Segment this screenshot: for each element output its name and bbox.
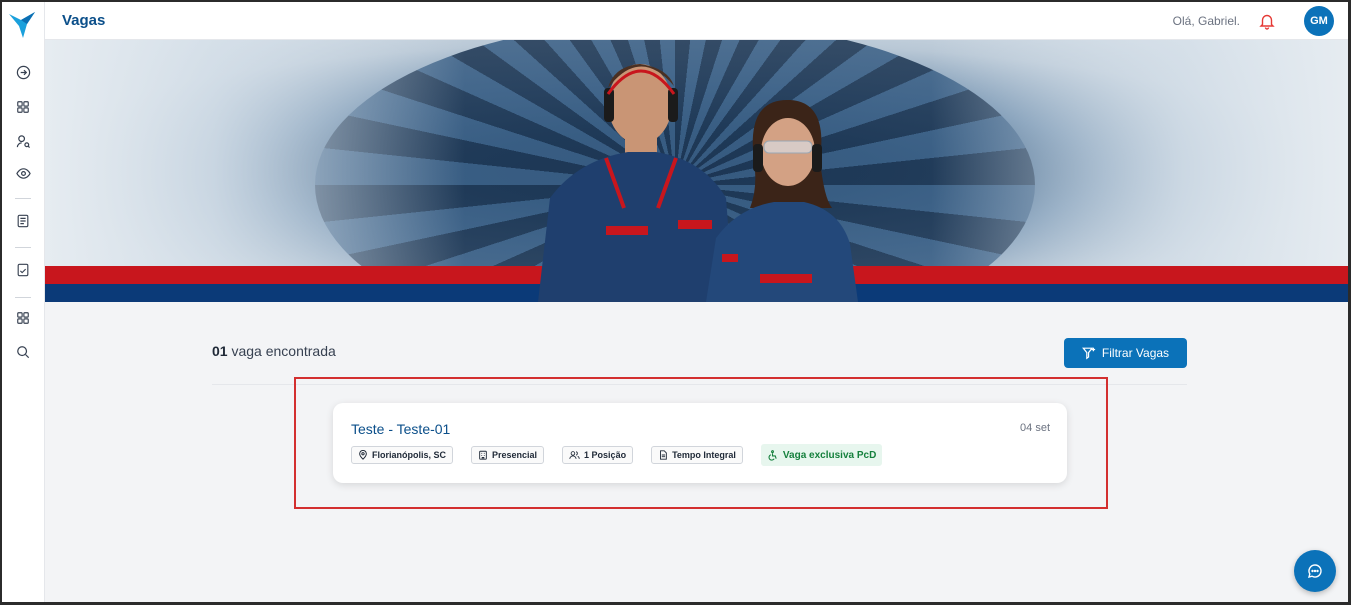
bell-icon[interactable] bbox=[1258, 12, 1276, 30]
accessibility-icon bbox=[768, 449, 777, 461]
hero-banner bbox=[45, 40, 1348, 302]
work-mode-text: Presencial bbox=[492, 450, 538, 460]
page-title: Vagas bbox=[62, 12, 106, 29]
job-date: 04 set bbox=[1020, 422, 1050, 434]
main-content: 01 vaga encontrada Filtrar Vagas Teste -… bbox=[45, 302, 1348, 602]
chat-bubble-icon bbox=[1308, 564, 1322, 578]
sidebar-divider bbox=[15, 198, 31, 199]
app-window: Vagas Olá, Gabriel. GM 01 vaga encontrad… bbox=[0, 0, 1351, 605]
technicians-photo bbox=[538, 64, 858, 302]
filter-icon bbox=[1081, 347, 1096, 360]
grid-icon[interactable] bbox=[14, 309, 32, 327]
chat-button[interactable] bbox=[1294, 550, 1336, 592]
filter-jobs-button[interactable]: Filtrar Vagas bbox=[1064, 338, 1187, 368]
work-mode-tag: Presencial bbox=[471, 446, 545, 464]
avatar[interactable]: GM bbox=[1304, 6, 1334, 36]
results-count: 01 vaga encontrada bbox=[212, 343, 336, 359]
top-bar: Vagas Olá, Gabriel. GM bbox=[45, 2, 1348, 40]
location-tag: Florianópolis, SC bbox=[351, 446, 454, 464]
pcd-badge: Vaga exclusiva PcD bbox=[760, 444, 883, 466]
user-greeting: Olá, Gabriel. bbox=[1172, 14, 1240, 28]
search-icon[interactable] bbox=[14, 343, 32, 361]
sidebar bbox=[2, 2, 45, 602]
bird-logo-icon[interactable] bbox=[7, 8, 39, 40]
grid-icon[interactable] bbox=[14, 98, 32, 116]
eye-icon[interactable] bbox=[14, 164, 32, 182]
location-text: Florianópolis, SC bbox=[372, 450, 447, 460]
document-check-icon[interactable] bbox=[14, 261, 32, 279]
user-search-icon[interactable] bbox=[14, 132, 32, 150]
sidebar-divider bbox=[15, 247, 31, 248]
building-icon bbox=[479, 450, 487, 460]
filter-jobs-label: Filtrar Vagas bbox=[1101, 346, 1170, 360]
positions-tag: 1 Posição bbox=[562, 446, 634, 464]
results-count-number: 01 bbox=[212, 343, 228, 359]
pcd-text: Vaga exclusiva PcD bbox=[782, 449, 877, 461]
schedule-text: Tempo Integral bbox=[672, 450, 736, 460]
results-count-label: vaga encontrada bbox=[231, 343, 336, 359]
sidebar-divider bbox=[15, 297, 31, 298]
job-tags: Florianópolis, SC Presencial 1 Posição T… bbox=[351, 444, 883, 466]
positions-text: 1 Posição bbox=[584, 450, 627, 460]
job-title[interactable]: Teste - Teste-01 bbox=[351, 421, 450, 437]
location-pin-icon bbox=[359, 450, 367, 460]
users-icon bbox=[569, 451, 580, 459]
schedule-tag: Tempo Integral bbox=[651, 446, 743, 464]
job-card[interactable]: Teste - Teste-01 04 set Florianópolis, S… bbox=[333, 403, 1067, 483]
document-icon bbox=[660, 450, 667, 460]
document-list-icon[interactable] bbox=[14, 212, 32, 230]
arrow-circle-right-icon[interactable] bbox=[14, 63, 32, 81]
